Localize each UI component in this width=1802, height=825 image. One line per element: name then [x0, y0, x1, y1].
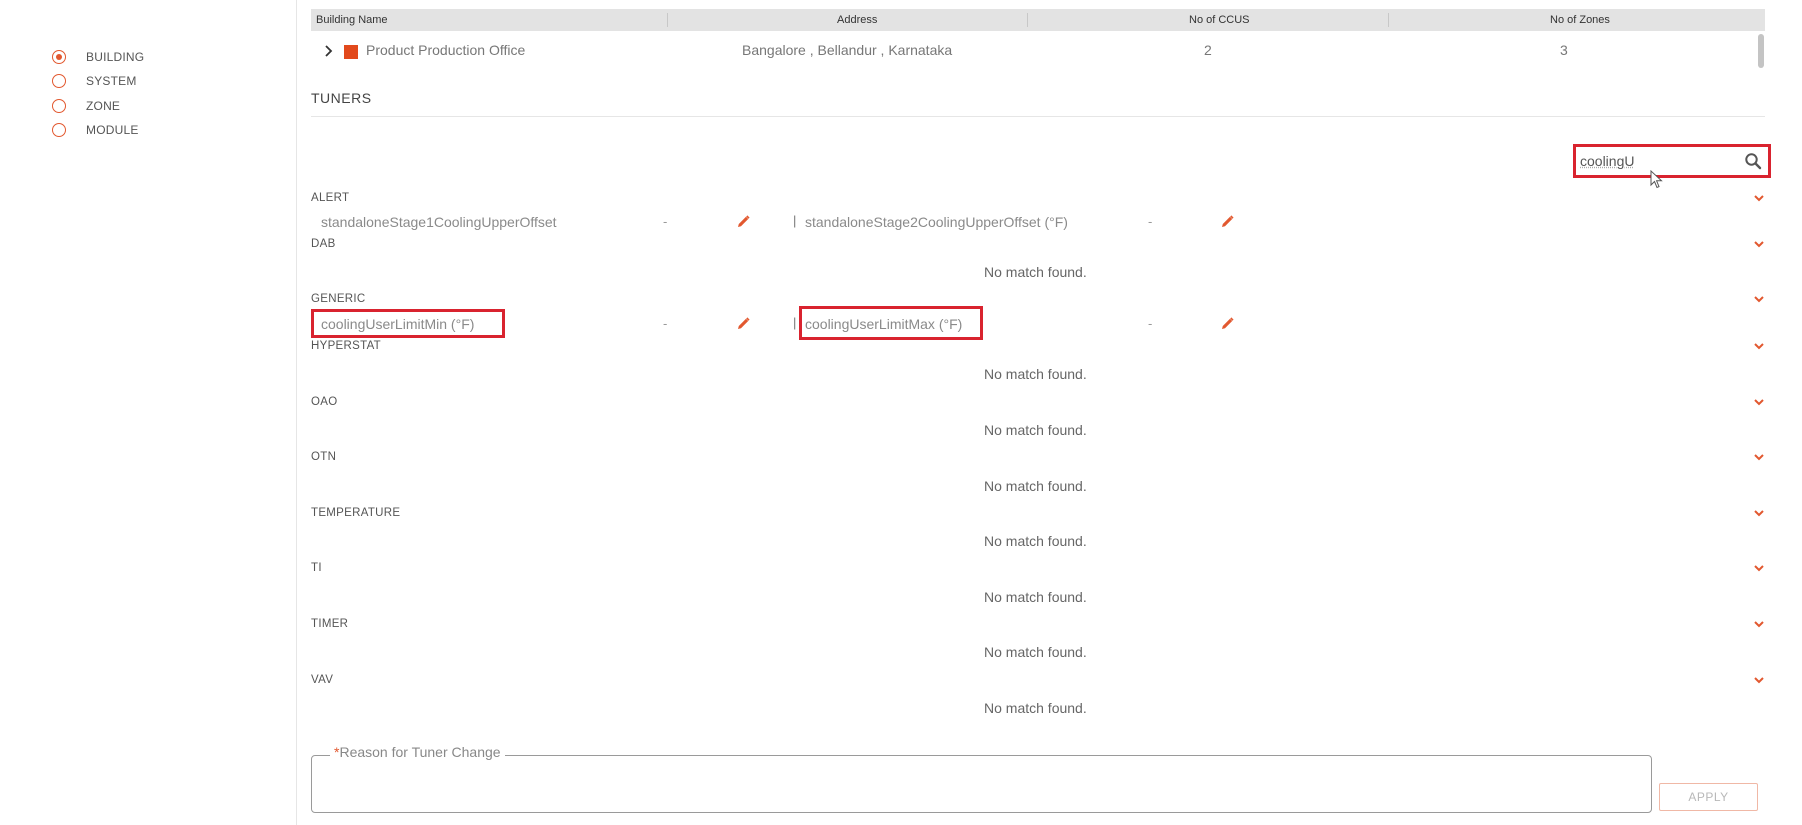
chevron-down-icon[interactable]	[1753, 675, 1765, 685]
search-icon[interactable]	[1744, 152, 1762, 170]
tuner-name: coolingUserLimitMax (°F)	[805, 316, 963, 332]
reason-label-text: Reason for Tuner Change	[339, 744, 501, 760]
no-match-text: No match found.	[984, 264, 1087, 280]
radio-module[interactable]: MODULE	[52, 120, 139, 140]
tuner-name: standaloneStage1CoolingUpperOffset	[321, 214, 557, 230]
chevron-down-icon[interactable]	[1753, 193, 1765, 203]
tuner-value: -	[663, 316, 668, 331]
group-label-generic: GENERIC	[311, 293, 366, 305]
radio-unchecked-icon[interactable]	[52, 74, 66, 88]
building-name-cell: Product Production Office	[366, 42, 526, 58]
header-zones: No of Zones	[1550, 14, 1610, 26]
header-building-name: Building Name	[316, 14, 388, 26]
radio-checked-icon[interactable]	[52, 50, 66, 64]
building-address-cell: Bangalore , Bellandur , Karnataka	[742, 42, 953, 58]
chevron-down-icon[interactable]	[1753, 239, 1765, 249]
no-match-text: No match found.	[984, 700, 1087, 716]
group-label-temperature: TEMPERATURE	[311, 507, 401, 519]
section-divider	[311, 116, 1765, 117]
panel-divider	[296, 0, 297, 825]
chevron-down-icon[interactable]	[1753, 452, 1765, 462]
apply-button[interactable]: APPLY	[1659, 783, 1758, 811]
building-ccus-cell: 2	[1204, 42, 1212, 58]
group-label-otn: OTN	[311, 451, 337, 463]
building-table-header: Building Name Address No of CCUS No of Z…	[311, 9, 1765, 31]
header-separator	[1388, 13, 1389, 27]
pencil-edit-icon[interactable]	[1221, 317, 1234, 330]
group-label-alert: ALERT	[311, 192, 350, 204]
tuner-search-box[interactable]	[1573, 144, 1771, 178]
tuner-value: -	[1148, 214, 1153, 229]
header-separator	[1027, 13, 1028, 27]
no-match-text: No match found.	[984, 478, 1087, 494]
tuner-separator: |	[793, 213, 797, 228]
radio-zone[interactable]: ZONE	[52, 96, 120, 116]
tuners-title: TUNERS	[311, 90, 372, 106]
tuner-value: -	[663, 214, 668, 229]
chevron-down-icon[interactable]	[1753, 341, 1765, 351]
header-address: Address	[837, 14, 878, 26]
radio-module-label: MODULE	[86, 123, 139, 137]
reason-label: *Reason for Tuner Change	[330, 744, 505, 760]
chevron-down-icon[interactable]	[1753, 397, 1765, 407]
radio-zone-label: ZONE	[86, 99, 121, 113]
pencil-edit-icon[interactable]	[737, 215, 750, 228]
tuner-value: -	[1148, 316, 1153, 331]
tuner-search-input[interactable]	[1580, 150, 1740, 172]
expand-chevron-icon[interactable]	[324, 45, 334, 57]
radio-system-label: SYSTEM	[86, 74, 137, 88]
radio-unchecked-icon[interactable]	[52, 99, 66, 113]
radio-building[interactable]: BUILDING	[52, 47, 144, 67]
tuner-name: standaloneStage2CoolingUpperOffset (°F)	[805, 214, 1068, 230]
no-match-text: No match found.	[984, 644, 1087, 660]
group-label-vav: VAV	[311, 674, 334, 686]
reason-textarea[interactable]	[311, 755, 1652, 813]
group-label-ti: TI	[311, 562, 322, 574]
chevron-down-icon[interactable]	[1753, 563, 1765, 573]
no-match-text: No match found.	[984, 589, 1087, 605]
group-label-dab: DAB	[311, 238, 336, 250]
building-color-square-icon	[344, 45, 358, 59]
radio-building-label: BUILDING	[86, 50, 145, 64]
radio-unchecked-icon[interactable]	[52, 123, 66, 137]
no-match-text: No match found.	[984, 533, 1087, 549]
radio-system[interactable]: SYSTEM	[52, 71, 137, 91]
no-match-text: No match found.	[984, 422, 1087, 438]
mouse-cursor-icon	[1650, 170, 1663, 189]
group-label-oao: OAO	[311, 396, 338, 408]
chevron-down-icon[interactable]	[1753, 619, 1765, 629]
table-scrollbar[interactable]	[1758, 34, 1764, 68]
header-ccus: No of CCUS	[1189, 14, 1250, 26]
tuner-name: coolingUserLimitMin (°F)	[321, 316, 475, 332]
group-label-hyperstat: HYPERSTAT	[311, 340, 382, 352]
group-label-timer: TIMER	[311, 618, 349, 630]
chevron-down-icon[interactable]	[1753, 294, 1765, 304]
tuner-separator: |	[793, 315, 797, 330]
pencil-edit-icon[interactable]	[737, 317, 750, 330]
pencil-edit-icon[interactable]	[1221, 215, 1234, 228]
header-separator	[667, 13, 668, 27]
chevron-down-icon[interactable]	[1753, 508, 1765, 518]
building-zones-cell: 3	[1560, 42, 1568, 58]
no-match-text: No match found.	[984, 366, 1087, 382]
